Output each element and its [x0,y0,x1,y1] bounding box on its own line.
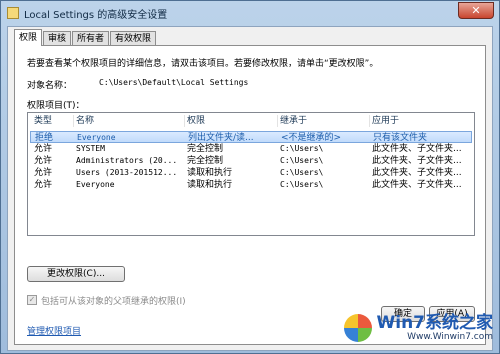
cell-permission: 完全控制 [187,156,224,166]
tab-effective-permissions[interactable]: 有效权限 [110,31,157,46]
column-header-permission[interactable]: 权限 [187,115,277,127]
column-header-name[interactable]: 名称 [76,115,184,127]
window-title: Local Settings 的高级安全设置 [24,9,168,21]
dialog-panel: 权限 审核 所有者 有效权限 若要查看某个权限项目的详细信息，请双击该项目。若要… [7,26,493,351]
watermark-url: Www.Winwin7.com [407,332,493,342]
cell-name: SYSTEM [76,144,105,153]
cell-inherited-from: C:\Users\ [280,156,324,165]
table-row[interactable]: 允许 Administrators (20... 完全控制 C:\Users\ … [30,155,472,167]
watermark: Win7系统之家 Www.Winwin7.com [321,307,493,349]
tab-bar: 权限 审核 所有者 有效权限 [14,29,157,46]
object-name-label: 对象名称： [27,81,73,91]
folder-icon [7,7,19,19]
dialog-window: Local Settings 的高级安全设置 ✕ 权限 审核 所有者 有效权限 … [0,0,500,354]
cell-applies-to: 此文件夹、子文件夹... [372,168,462,178]
cell-inherited-from: C:\Users\ [280,168,324,177]
column-header-inherited-from[interactable]: 继承于 [280,115,370,127]
cell-name: Administrators (20... [76,156,178,165]
cell-name: Users (2013-201512... [76,168,178,177]
tab-permissions[interactable]: 权限 [14,29,43,46]
tab-owner[interactable]: 所有者 [72,31,110,46]
cell-applies-to: 此文件夹、子文件夹... [372,156,462,166]
cell-type: 允许 [34,144,53,154]
cell-permission: 读取和执行 [187,180,233,190]
watermark-text: Win7系统之家 Www.Winwin7.com [376,314,493,342]
windows-logo-icon [344,314,373,342]
object-name-value: C:\Users\Default\Local Settings [99,78,249,87]
tab-auditing[interactable]: 审核 [43,31,72,46]
inherit-permissions-label: 包括可从该对象的父项继承的权限(I) [41,297,186,307]
cell-type: 允许 [34,156,53,166]
cell-name: Everyone [76,180,115,189]
inherit-permissions-checkbox[interactable]: ✓ [27,295,37,305]
change-permissions-button[interactable]: 更改权限(C)... [27,266,125,282]
cell-permission: 完全控制 [187,144,224,154]
table-header-row: 类型 名称 权限 继承于 应用于 [30,115,472,127]
cell-type: 允许 [34,168,53,178]
manage-permission-entries-link[interactable]: 管理权限项目 [27,324,81,337]
cell-applies-to: 此文件夹、子文件夹... [372,144,462,154]
column-header-type[interactable]: 类型 [34,115,74,127]
close-button[interactable]: ✕ [458,2,494,19]
cell-applies-to: 此文件夹、子文件夹... [372,180,462,190]
permission-entries-label: 权限项目(T)： [27,101,85,111]
table-row[interactable]: 拒绝 Everyone 列出文件夹/读... <不是继承的> 只有该文件夹 [30,131,472,143]
cell-permission: 读取和执行 [187,168,233,178]
column-header-applies-to[interactable]: 应用于 [372,115,472,127]
intro-text: 若要查看某个权限项目的详细信息，请双击该项目。若要修改权限，请单击“更改权限”。 [27,59,379,69]
cell-inherited-from: C:\Users\ [280,144,324,153]
permission-entries-table[interactable]: 类型 名称 权限 继承于 应用于 拒绝 Everyone 列出文件夹/读... … [27,112,475,236]
watermark-title: Win7系统之家 [376,313,493,333]
title-bar[interactable]: Local Settings 的高级安全设置 ✕ [1,1,499,25]
table-row[interactable]: 允许 Everyone 读取和执行 C:\Users\ 此文件夹、子文件夹... [30,179,472,191]
table-row[interactable]: 允许 Users (2013-201512... 读取和执行 C:\Users\… [30,167,472,179]
cell-type: 允许 [34,180,53,190]
permissions-tab-content: 若要查看某个权限项目的详细信息，请双击该项目。若要修改权限，请单击“更改权限”。… [14,45,486,345]
cell-inherited-from: C:\Users\ [280,180,324,189]
table-row[interactable]: 允许 SYSTEM 完全控制 C:\Users\ 此文件夹、子文件夹... [30,143,472,155]
